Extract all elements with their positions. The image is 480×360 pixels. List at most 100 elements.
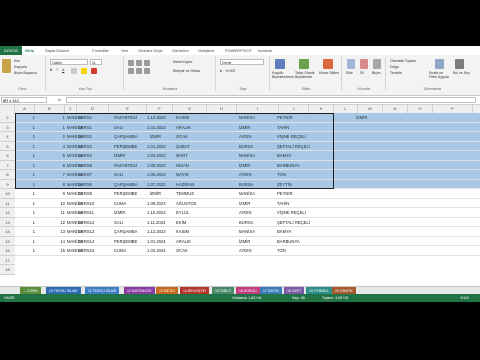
cell[interactable]: 5 — [35, 151, 65, 161]
column-header-p[interactable]: P — [433, 105, 473, 113]
cell[interactable]: 1 — [15, 113, 35, 123]
column-header-d[interactable]: D — [77, 105, 109, 113]
row-header[interactable]: 11 — [0, 198, 15, 208]
cell[interactable]: AYDIN — [239, 208, 252, 218]
font-color-icon[interactable] — [91, 68, 97, 74]
row-header[interactable]: 5 — [0, 141, 15, 151]
fill-color-icon[interactable] — [81, 68, 87, 74]
row-header[interactable]: 6 — [0, 151, 15, 161]
cell[interactable]: 1 — [15, 218, 35, 228]
cell[interactable]: 1.02.2024 — [147, 246, 166, 256]
cell[interactable]: 1 — [15, 151, 35, 161]
cell[interactable]: CUMA — [114, 199, 126, 209]
copy-button[interactable]: Kopyala — [14, 65, 27, 69]
cell[interactable]: ARALIK — [176, 123, 191, 133]
cell[interactable]: AYDIN — [239, 246, 252, 256]
cell[interactable]: BURSA — [239, 180, 253, 190]
cell[interactable]: 1 — [15, 180, 35, 190]
cell[interactable]: İZMİR — [239, 123, 250, 133]
cell[interactable]: 1.01.2023 — [147, 123, 166, 133]
cell[interactable]: EKİM — [176, 218, 186, 228]
cell[interactable]: 11 — [35, 208, 65, 218]
delete-cells-icon[interactable] — [360, 59, 368, 69]
cell[interactable]: PERŞEMBE — [114, 142, 137, 152]
cell[interactable]: ÇARŞAMBA — [114, 132, 138, 142]
align-left-icon[interactable] — [128, 68, 134, 74]
row-header[interactable]: 12 — [0, 208, 15, 218]
cell[interactable]: 9 — [35, 189, 65, 199]
zoom-level[interactable]: %100 — [460, 294, 469, 302]
cell[interactable]: 1 — [15, 246, 35, 256]
cell[interactable]: DERS12 — [78, 218, 94, 228]
align-top-icon[interactable] — [128, 60, 134, 66]
cell[interactable]: DERS6 — [78, 161, 92, 171]
row-header[interactable]: 8 — [0, 170, 15, 180]
cell[interactable]: DERS7 — [78, 170, 92, 180]
column-header-n[interactable]: N — [383, 105, 408, 113]
cell[interactable]: PEYNİR — [277, 189, 293, 199]
font-name-dropdown[interactable]: Calibri — [50, 59, 88, 65]
tab-page-layout[interactable]: Sayfa Düzeni — [45, 47, 69, 55]
cell[interactable]: 1 — [35, 123, 65, 133]
cell[interactable]: AYDIN — [239, 170, 252, 180]
cell[interactable]: KASIM — [176, 113, 189, 123]
cell[interactable]: 1.01.2023 — [147, 142, 166, 152]
tab-home[interactable]: Giriş — [25, 47, 34, 55]
column-header-a[interactable]: A — [15, 105, 35, 113]
cell[interactable]: MANİSA — [239, 189, 255, 199]
cell[interactable]: İZMİR — [114, 151, 125, 161]
cell[interactable]: MANİSA — [239, 113, 255, 123]
cell[interactable]: DERS14 — [78, 237, 94, 247]
tab-view[interactable]: Görünüm — [172, 47, 189, 55]
cell[interactable]: MART — [176, 151, 188, 161]
cell[interactable]: PERŞEMBE — [114, 189, 137, 199]
cell-styles-icon[interactable] — [323, 59, 333, 69]
cell[interactable]: MANİSA — [239, 151, 255, 161]
column-header-f[interactable]: F — [147, 105, 173, 113]
cell[interactable]: ŞUBAT — [176, 142, 190, 152]
cell[interactable]: PAZARTESİ — [114, 113, 137, 123]
column-header-o[interactable]: O — [408, 105, 433, 113]
row-header[interactable]: 7 — [0, 160, 15, 170]
tab-review[interactable]: Gözden Geçir — [138, 47, 163, 55]
underline-button[interactable]: A — [62, 68, 64, 72]
fill-button[interactable]: Dolgu — [390, 65, 399, 69]
function-icon[interactable]: fx — [58, 97, 61, 103]
cell[interactable]: ŞEFTALİ REÇELİ — [277, 142, 310, 152]
tab-formulas[interactable]: Formüller — [92, 47, 109, 55]
cell[interactable]: ARALIK — [176, 237, 191, 247]
tab-data[interactable]: Veri — [121, 47, 128, 55]
autosum-button[interactable]: Otomatik Toplam — [390, 59, 416, 63]
clear-button[interactable]: Temizle — [390, 71, 402, 75]
cell[interactable]: ÇARŞAMBA — [114, 227, 138, 237]
tab-developer[interactable]: Geliştirici — [198, 47, 214, 55]
cell[interactable]: PERŞEMBE — [114, 237, 137, 247]
column-header-i[interactable]: I — [237, 105, 279, 113]
merge-center-button[interactable]: Birleştir ve Ortala — [173, 69, 200, 73]
insert-cells-icon[interactable] — [347, 59, 355, 69]
cell[interactable]: 1 — [15, 199, 35, 209]
row-header[interactable]: 16 — [0, 246, 15, 256]
cell[interactable]: 1.04.2023 — [147, 151, 166, 161]
cell[interactable]: 1 — [15, 227, 35, 237]
cell[interactable]: VİŞNE REÇELİ — [277, 208, 306, 218]
cell[interactable]: 1 — [15, 189, 35, 199]
cell[interactable]: 1.09.2023 — [147, 199, 166, 209]
tab-acrobat[interactable]: Acrobat — [258, 47, 272, 55]
cell[interactable]: DERS15 — [78, 246, 94, 256]
column-header-e[interactable]: E — [109, 105, 147, 113]
cell[interactable]: 1 — [15, 208, 35, 218]
cell[interactable]: CUMA — [114, 246, 126, 256]
cell[interactable]: DERS4 — [78, 142, 92, 152]
row-header[interactable]: 15 — [0, 236, 15, 246]
cell[interactable]: DERS13 — [78, 227, 94, 237]
align-middle-icon[interactable] — [136, 60, 142, 66]
font-size-dropdown[interactable]: 11 — [90, 59, 102, 65]
row-header[interactable]: 10 — [0, 189, 15, 199]
row-header[interactable]: 9 — [0, 179, 15, 189]
cell[interactable]: DERS10 — [78, 199, 94, 209]
cell[interactable]: 15 — [35, 246, 65, 256]
cell[interactable]: NİSAN — [176, 161, 189, 171]
format-cells-icon[interactable] — [373, 59, 381, 69]
cell[interactable]: İZMİR — [239, 237, 250, 247]
